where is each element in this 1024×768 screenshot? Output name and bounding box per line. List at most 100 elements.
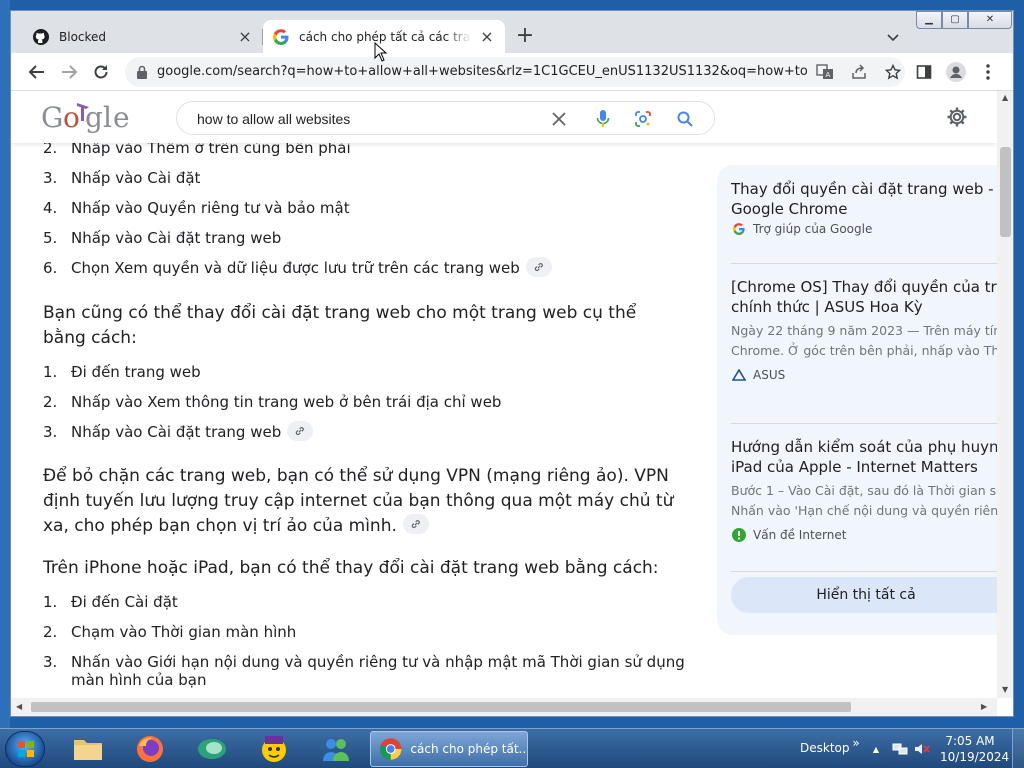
source-title[interactable]: chính thức | ASUS Hoa Kỳ xyxy=(731,297,997,317)
start-button[interactable] xyxy=(5,731,45,767)
settings-gear-icon[interactable] xyxy=(945,105,969,129)
tab-close-icon[interactable]: × xyxy=(479,28,495,45)
scroll-up-arrow-icon[interactable]: ▲ xyxy=(1002,93,1008,102)
svg-text:G: G xyxy=(41,101,62,134)
source-title[interactable]: Thay đổi quyền cài đặt trang web - M xyxy=(731,179,997,199)
profile-avatar-icon[interactable] xyxy=(945,61,967,83)
sources-panel: Thay đổi quyền cài đặt trang web - M Goo… xyxy=(717,165,997,635)
svg-text:g: g xyxy=(85,101,103,134)
horizontal-scroll-thumb[interactable] xyxy=(31,702,851,712)
ai-overview-answer: 2. Nhấp vào Thêm ở trên cùng bên phải 3. N… xyxy=(11,143,711,698)
divider xyxy=(731,263,997,264)
svg-text:A: A xyxy=(826,71,831,79)
new-tab-button[interactable]: + xyxy=(513,25,537,49)
google-lens-icon[interactable] xyxy=(633,109,653,129)
bookmark-star-icon[interactable] xyxy=(883,63,903,81)
list-item: 5. Nhấp vào Cài đặt trang web xyxy=(43,229,282,247)
google-doodle-logo[interactable]: G o g l e xyxy=(41,99,135,135)
address-bar[interactable]: google.com/search?q=how+to+allow+all+web… xyxy=(125,57,905,87)
file-explorer-icon[interactable] xyxy=(66,732,110,766)
back-arrow-icon[interactable] xyxy=(25,60,49,84)
network-icon[interactable] xyxy=(892,741,908,757)
list-item-continuation: màn hình của bạn xyxy=(71,671,207,689)
scroll-left-arrow-icon[interactable]: ◀ xyxy=(16,702,22,711)
svg-text:l: l xyxy=(103,101,112,134)
vertical-scrollbar[interactable]: ▲ ▼ xyxy=(997,91,1013,698)
divider xyxy=(731,571,997,572)
taskbar-window-label: cách cho phép tất... xyxy=(410,742,527,756)
scroll-right-arrow-icon[interactable]: ▶ xyxy=(981,702,987,711)
list-item: 2. Nhấp vào Xem thông tin trang web ở bên… xyxy=(43,393,502,411)
steps-list-site: 1. Đi đến trang web 2. Nhấp vào Xem thông … xyxy=(43,357,501,447)
taskbar-chrome-window-button[interactable]: cách cho phép tất... xyxy=(370,731,528,767)
side-panel-icon[interactable] xyxy=(913,61,935,83)
share-icon[interactable] xyxy=(849,63,869,81)
windows-logo-icon xyxy=(18,741,34,757)
search-results-page: G o g l e how to allow all websites 2. N… xyxy=(11,91,997,698)
chrome-window: Blocked × cách cho phép tất cả các trang… xyxy=(10,10,1014,717)
source-title[interactable]: [Chrome OS] Thay đổi quyền của tra xyxy=(731,277,997,297)
clock-time: 7:05 AM xyxy=(945,734,995,748)
search-box[interactable] xyxy=(176,101,715,135)
source-title[interactable]: iPad của Apple - Internet Matters xyxy=(731,457,997,477)
reload-icon[interactable] xyxy=(89,60,113,84)
messenger-app-icon[interactable] xyxy=(190,732,234,766)
more-menu-icon[interactable] xyxy=(977,61,999,83)
internet-matters-icon xyxy=(731,527,747,543)
chrome-icon xyxy=(379,738,402,760)
yahoo-messenger-icon[interactable] xyxy=(252,732,296,766)
translate-icon[interactable]: A xyxy=(815,63,835,81)
divider xyxy=(731,423,997,424)
google-header: G o g l e xyxy=(11,91,997,143)
source-card[interactable]: Thay đổi quyền cài đặt trang web - M Goo… xyxy=(731,179,997,237)
tab-strip: Blocked × cách cho phép tất cả các trang… xyxy=(11,11,1013,53)
search-input[interactable] xyxy=(197,110,527,128)
list-item: 2. Nhấp vào Thêm ở trên cùng bên phải xyxy=(43,143,351,157)
show-all-sources-button[interactable]: Hiển thị tất cả xyxy=(731,577,997,613)
users-network-icon[interactable] xyxy=(314,732,358,766)
clock-date: 10/19/2024 xyxy=(940,750,1010,764)
window-close-button[interactable]: ✕ xyxy=(968,11,1012,29)
source-card[interactable]: [Chrome OS] Thay đổi quyền của tra chính… xyxy=(731,277,997,383)
scroll-down-arrow-icon[interactable]: ▼ xyxy=(1002,685,1008,694)
source-card[interactable]: Hướng dẫn kiểm soát của phụ huynl iPad c… xyxy=(731,437,997,543)
tab-search-chevron-icon[interactable] xyxy=(883,27,903,47)
clear-search-icon[interactable] xyxy=(549,109,569,129)
link-icon xyxy=(534,262,543,271)
volume-muted-icon[interactable] xyxy=(914,741,930,757)
windows-taskbar: cách cho phép tất... Desktop » ▲ 7:05 AM… xyxy=(0,728,1024,768)
search-magnifier-icon[interactable] xyxy=(675,109,695,129)
source-name: Vấn đề Internet xyxy=(753,528,847,542)
tray-show-hidden-icon[interactable]: ▲ xyxy=(868,741,884,757)
browser-toolbar: google.com/search?q=how+to+allow+all+web… xyxy=(11,53,1013,91)
source-link-chip[interactable] xyxy=(525,256,552,277)
google-g-icon xyxy=(731,221,747,237)
lock-icon[interactable] xyxy=(135,64,149,80)
list-item: 2. Chạm vào Thời gian màn hình xyxy=(43,623,297,641)
vertical-scroll-thumb[interactable] xyxy=(1000,147,1011,237)
source-snippet: Nhấn vào 'Hạn chế nội dung và quyền riên… xyxy=(731,503,997,518)
source-link-chip[interactable] xyxy=(402,514,429,534)
source-title[interactable]: Hướng dẫn kiểm soát của phụ huynl xyxy=(731,437,997,457)
vpn-paragraph: Để bỏ chặn các trang web, bạn có thể sử … xyxy=(43,466,674,536)
show-desktop-button[interactable] xyxy=(1012,729,1024,768)
steps-list-iphone: 1. Đi đến Cài đặt 2. Chạm vào Thời gian mà… xyxy=(43,587,685,691)
window-maximize-button[interactable]: ▢ xyxy=(942,11,968,29)
url-text[interactable]: google.com/search?q=how+to+allow+all+web… xyxy=(157,64,807,80)
voice-search-mic-icon[interactable] xyxy=(593,109,613,129)
source-link-chip[interactable] xyxy=(287,420,314,441)
desktop-toolbar-label[interactable]: Desktop xyxy=(800,741,850,755)
tab-close-icon[interactable]: × xyxy=(237,28,253,45)
source-title[interactable]: Google Chrome xyxy=(731,199,997,219)
list-item: 3. Nhấn vào Giới hạn nội dung và quyền ri… xyxy=(43,653,685,671)
link-icon xyxy=(411,520,420,529)
asus-icon xyxy=(731,367,747,383)
forward-arrow-icon[interactable] xyxy=(57,60,81,84)
window-minimize-button[interactable]: ▁ xyxy=(916,11,942,29)
horizontal-scrollbar[interactable]: ◀ ▶ xyxy=(11,698,997,716)
toolbar-expand-icon[interactable]: » xyxy=(848,735,864,751)
firefox-icon[interactable] xyxy=(128,732,172,766)
tab-blocked[interactable]: Blocked × xyxy=(23,20,263,53)
system-clock[interactable]: 7:05 AM 10/19/2024 xyxy=(940,733,1010,765)
list-item: 3. Nhấp vào Cài đặt trang web xyxy=(43,417,501,447)
